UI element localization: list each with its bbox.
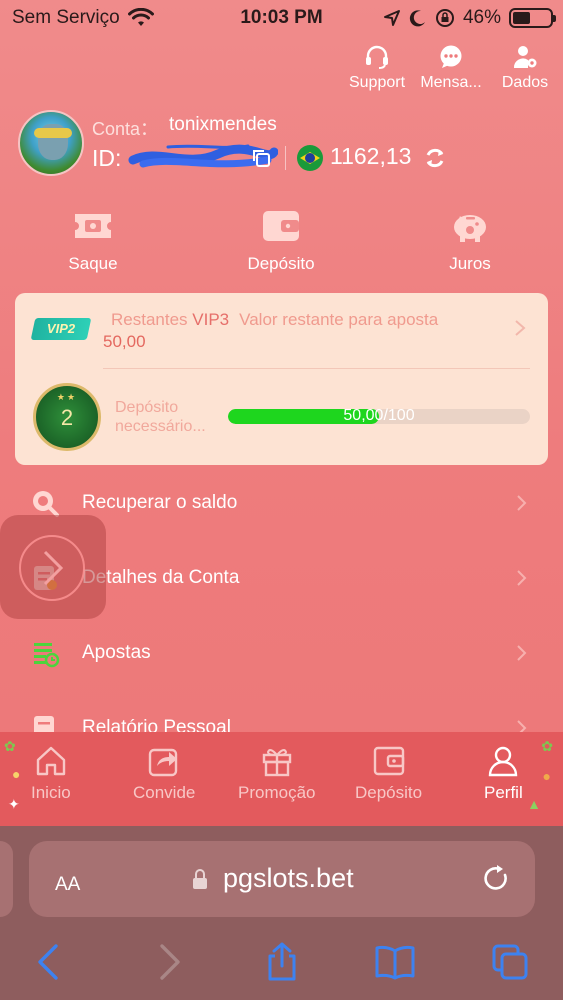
- url-text: pgslots.bet: [223, 863, 354, 893]
- wallet-icon: [373, 746, 404, 776]
- menu-item-label: Apostas: [82, 642, 151, 663]
- share-icon: [148, 748, 178, 777]
- support-button[interactable]: Support: [345, 44, 409, 92]
- forward-icon[interactable]: [148, 942, 188, 982]
- profile-icon: [489, 746, 518, 777]
- easter-leaf-icon: ✿: [541, 738, 553, 754]
- brazil-flag-icon: [297, 145, 323, 171]
- text-size-button[interactable]: AA: [55, 866, 80, 897]
- interest-label: Juros: [449, 254, 491, 273]
- vip-badge: VIP2: [30, 318, 92, 340]
- gift-icon: [262, 749, 291, 777]
- deposit-button[interactable]: Depósito: [236, 208, 326, 274]
- medal-level: 2: [60, 405, 74, 430]
- id-label: ID:: [92, 145, 122, 171]
- status-bar: Sem Serviço 10:03 PM 46%: [0, 0, 563, 36]
- deposit-label: Depósito: [247, 254, 315, 273]
- nav-deposit-label: Depósito: [355, 783, 423, 802]
- progress-text: 50,00/100: [343, 407, 415, 424]
- vip-badge-text: VIP2: [46, 321, 76, 336]
- vip-remaining-amount: 50,00: [103, 332, 146, 351]
- chevron-right-icon: [517, 495, 527, 511]
- easter-basket-icon: ▲: [527, 796, 541, 812]
- nav-invite-label: Convide: [133, 783, 196, 802]
- wallet-icon: [263, 211, 299, 241]
- headset-icon: [366, 45, 388, 69]
- share-icon[interactable]: [262, 942, 302, 982]
- ticket-icon: [75, 214, 111, 238]
- tabs-icon[interactable]: [490, 942, 530, 982]
- rotation-lock-icon: [435, 9, 454, 27]
- bottom-nav: ✿ ● ✦ ✿ ● ▲ Inicio Convide Promoção Depó…: [0, 732, 563, 826]
- account-label: Conta：: [92, 119, 159, 139]
- menu-item-recover-balance[interactable]: Recuperar o saldo: [30, 483, 535, 523]
- nav-home[interactable]: Inicio: [31, 744, 71, 803]
- medal-stars: ★★: [56, 392, 78, 402]
- lock-icon: [193, 869, 207, 889]
- location-arrow-icon: [383, 10, 400, 26]
- easter-egg-icon: ●: [12, 766, 21, 782]
- next-vip-level: VIP3: [192, 310, 230, 329]
- nav-profile-label: Perfil: [484, 783, 523, 802]
- user-settings-icon: [513, 46, 537, 68]
- search-coin-icon: [33, 491, 59, 517]
- battery-icon: [509, 8, 556, 28]
- easter-leaf-icon: ✿: [4, 738, 16, 754]
- app-page: Sem Serviço 10:03 PM 46% Support Mensa..…: [0, 0, 563, 1000]
- url-bar[interactable]: AA pgslots.bet: [29, 841, 535, 917]
- nav-profile[interactable]: Perfil: [484, 744, 523, 803]
- avatar-goggles: [34, 128, 72, 138]
- interest-button[interactable]: Juros: [437, 208, 503, 274]
- balance: 1162,13: [330, 143, 412, 169]
- withdraw-label: Saque: [68, 254, 118, 273]
- bookmarks-icon[interactable]: [375, 942, 415, 982]
- chat-bubble-icon: [440, 45, 462, 68]
- support-label: Support: [348, 74, 406, 91]
- nav-promotion-label: Promoção: [238, 783, 316, 802]
- withdraw-button[interactable]: Saque: [60, 208, 126, 274]
- avatar[interactable]: [18, 110, 84, 176]
- piggy-bank-icon: [454, 215, 486, 242]
- moon-icon: [409, 10, 425, 27]
- data-button[interactable]: Dados: [493, 44, 557, 92]
- nav-deposit[interactable]: Depósito: [355, 744, 422, 803]
- battery-percent: 46%: [462, 7, 501, 28]
- easter-bunny-icon: ✦: [8, 796, 20, 812]
- refresh-icon[interactable]: [423, 146, 447, 170]
- bet-remaining-label: Valor restante para aposta: [239, 310, 439, 329]
- back-icon[interactable]: [30, 942, 70, 982]
- easter-egg-icon: ●: [542, 768, 551, 784]
- menu-item-bets[interactable]: Apostas: [30, 633, 535, 673]
- deposit-required-label: Depósito necessário...: [115, 399, 206, 435]
- nav-home-label: Inicio: [31, 783, 71, 802]
- remaining-label: Restantes: [111, 310, 188, 329]
- messages-label: Mensa...: [420, 74, 482, 91]
- top-actions: Support Mensa... Dados: [345, 44, 557, 92]
- chevron-right-icon: [517, 645, 527, 661]
- data-label: Dados: [501, 74, 549, 91]
- battery-level: [513, 12, 530, 24]
- copy-icon[interactable]: [251, 148, 271, 168]
- divider: [103, 368, 530, 369]
- floating-expand-button[interactable]: [0, 515, 106, 619]
- chevron-right-icon: [43, 550, 64, 586]
- menu-item-label: Recuperar o saldo: [82, 492, 238, 513]
- divider: [285, 146, 286, 170]
- text-size-label: AA: [55, 874, 81, 895]
- account-name: tonixmendes: [169, 114, 277, 135]
- bets-list-icon: [34, 643, 60, 668]
- browser-chrome: AA pgslots.bet: [0, 826, 563, 1000]
- home-icon: [36, 746, 66, 776]
- vip-medal-icon: ★★ 2: [33, 383, 101, 451]
- messages-button[interactable]: Mensa...: [419, 44, 483, 92]
- nav-invite[interactable]: Convide: [133, 744, 195, 803]
- vip-remaining: Restantes VIP3 Valor restante para aposta: [111, 310, 438, 330]
- status-right: 46%: [383, 7, 556, 29]
- chevron-right-icon: [517, 570, 527, 586]
- reload-icon[interactable]: [481, 863, 511, 893]
- vip-card[interactable]: VIP2 Restantes VIP3 Valor restante para a…: [15, 293, 548, 465]
- previous-tab[interactable]: [0, 841, 13, 917]
- chevron-right-icon[interactable]: [514, 319, 526, 337]
- nav-promotion[interactable]: Promoção: [238, 744, 315, 803]
